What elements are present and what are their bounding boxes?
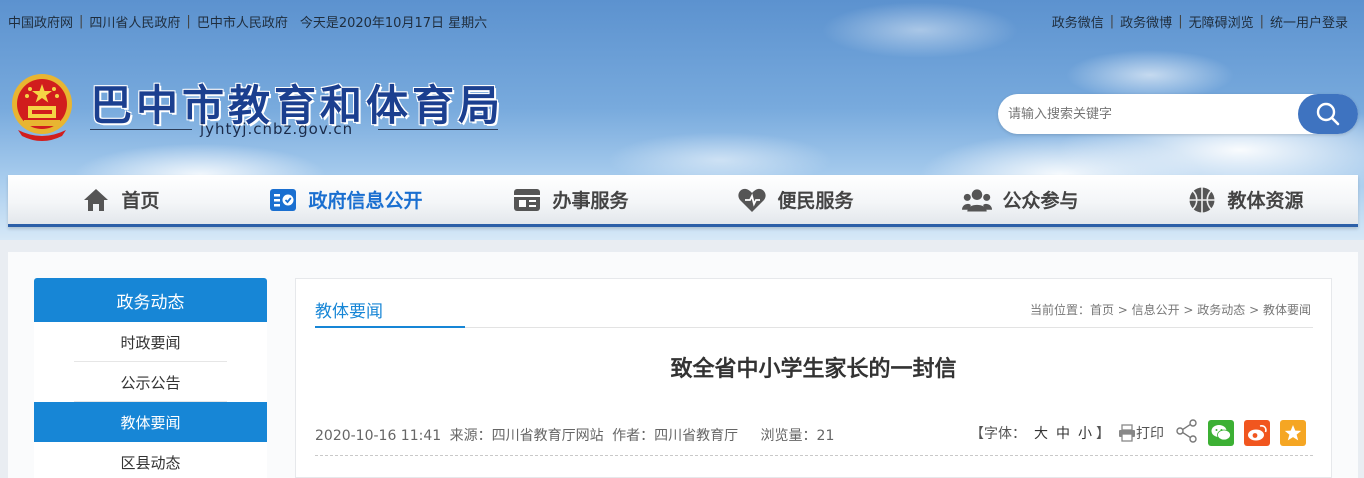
link-china-gov[interactable]: 中国政府网 [8, 12, 73, 31]
divider [90, 129, 192, 130]
article-title: 致全省中小学生家长的一封信 [670, 357, 957, 382]
link-weibo[interactable]: 政务微博 [1120, 12, 1172, 31]
top-links-left: 中国政府网 | 四川省人民政府 | 巴中市人民政府 今天是2020年10月17日… [8, 12, 487, 31]
wechat-icon [1211, 425, 1231, 441]
separator: | [1259, 14, 1264, 29]
link-sichuan-gov[interactable]: 四川省人民政府 [89, 12, 180, 31]
print-button[interactable]: 打印 [1118, 423, 1164, 443]
nav-home[interactable]: 首页 [8, 175, 233, 224]
font-medium-button[interactable]: 中 [1056, 423, 1070, 443]
sidebar-item-county-news[interactable]: 区县动态 [34, 442, 267, 478]
article-meta: 2020-10-16 11:41 来源：四川省教育厅网站 作者：四川省教育厅 浏… [315, 425, 838, 445]
weibo-icon [1248, 425, 1267, 441]
people-icon [962, 185, 993, 215]
separator: | [1178, 14, 1183, 29]
search-button[interactable] [1298, 94, 1358, 134]
service-icon [512, 185, 542, 215]
site-domain: jyhtyj.cnbz.gov.cn [200, 120, 354, 138]
link-bazhong-gov[interactable]: 巴中市人民政府 [197, 12, 288, 31]
separator: | [186, 14, 191, 29]
nav-service[interactable]: 办事服务 [458, 175, 683, 224]
main-nav: 首页 政府信息公开 办事服务 便民服务 公众参与 教体资源 [8, 175, 1358, 227]
printer-icon [1119, 424, 1135, 442]
publish-datetime: 2020-10-16 11:41 [315, 428, 442, 444]
link-wechat[interactable]: 政务微信 [1052, 12, 1104, 31]
search-input[interactable] [1008, 104, 1288, 124]
breadcrumb: 当前位置：首页 > 信息公开 > 政务动态 > 教体要闻 [1029, 303, 1311, 317]
nav-resources[interactable]: 教体资源 [1133, 175, 1358, 224]
article-source: 来源：四川省教育厅网站 [449, 428, 604, 444]
column-tab[interactable]: 教体要闻 [315, 297, 383, 322]
heart-icon [737, 185, 767, 215]
nav-label: 政府信息公开 [308, 190, 423, 212]
article-tools: 【字体： 大 中 小 】 打印 [970, 419, 1306, 447]
weibo-share-button[interactable] [1244, 420, 1270, 446]
top-bar: 中国政府网 | 四川省人民政府 | 巴中市人民政府 今天是2020年10月17日… [0, 0, 1364, 40]
top-links-right: 政务微信 | 政务微博 | 无障碍浏览 | 统一用户登录 [1052, 12, 1348, 31]
nav-label: 办事服务 [552, 190, 629, 212]
separator: | [1109, 14, 1115, 29]
article-panel: 教体要闻 当前位置：首页 > 信息公开 > 政务动态 > 教体要闻 致全省中小学… [295, 278, 1332, 478]
nav-public-participation[interactable]: 公众参与 [908, 175, 1133, 224]
sidebar-title: 政务动态 [34, 278, 267, 322]
meta-divider [315, 455, 1313, 456]
tab-underline [315, 326, 465, 328]
nav-label: 首页 [121, 190, 160, 212]
sidebar-item-current-affairs[interactable]: 时政要闻 [34, 322, 267, 362]
nav-info-disclosure[interactable]: 政府信息公开 [233, 175, 458, 224]
national-emblem-icon [12, 74, 72, 141]
wechat-share-button[interactable] [1208, 420, 1234, 446]
print-label: 打印 [1136, 426, 1164, 442]
font-large-button[interactable]: 大 [1034, 423, 1048, 443]
home-icon [81, 185, 111, 215]
sidebar-item-education-news[interactable]: 教体要闻 [34, 402, 267, 442]
search-icon [1316, 102, 1340, 126]
nav-label: 便民服务 [777, 190, 854, 212]
info-disclosure-icon [268, 185, 298, 215]
article-author: 作者：四川省教育厅 [612, 428, 739, 444]
search-box [998, 94, 1358, 134]
font-size-label: 【字体： [970, 426, 1026, 442]
link-login[interactable]: 统一用户登录 [1270, 12, 1348, 31]
share-button[interactable] [1176, 419, 1198, 447]
sidebar: 政务动态 时政要闻 公示公告 教体要闻 区县动态 [34, 278, 267, 478]
current-date: 今天是2020年10月17日 星期六 [299, 16, 488, 31]
font-small-button[interactable]: 小 [1078, 423, 1092, 443]
separator: | [79, 14, 84, 29]
share-icon [1176, 419, 1197, 443]
font-size-end: 】 [1096, 426, 1110, 442]
view-count: 浏览量：21 [760, 428, 835, 444]
nav-convenience[interactable]: 便民服务 [683, 175, 908, 224]
sidebar-item-announcements[interactable]: 公示公告 [34, 362, 267, 402]
star-icon [1284, 425, 1302, 441]
basketball-icon [1187, 185, 1217, 215]
favorite-button[interactable] [1280, 420, 1306, 446]
nav-label: 公众参与 [1002, 190, 1079, 212]
link-accessibility[interactable]: 无障碍浏览 [1189, 12, 1254, 31]
divider [378, 129, 498, 130]
nav-label: 教体资源 [1227, 190, 1304, 212]
